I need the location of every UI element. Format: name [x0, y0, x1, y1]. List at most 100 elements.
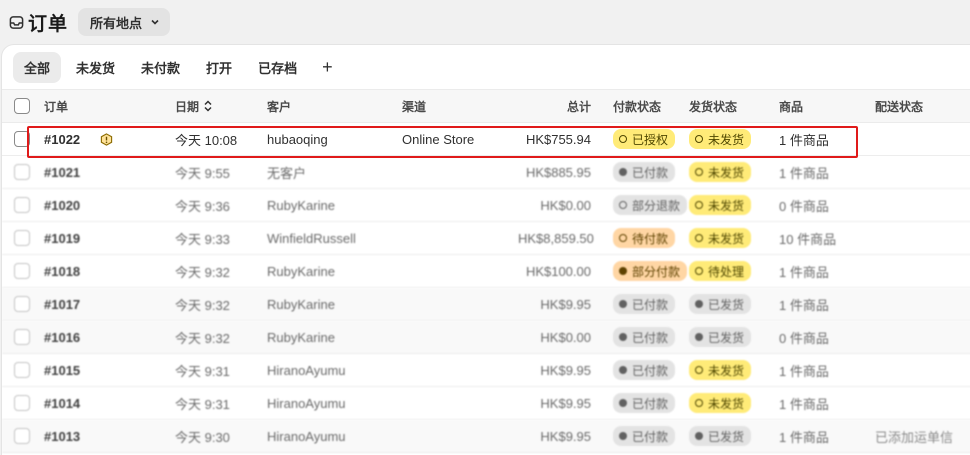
tab-archived[interactable]: 已存档: [247, 52, 308, 83]
location-filter-button[interactable]: 所有地点: [78, 8, 171, 36]
row-checkbox[interactable]: [14, 362, 30, 378]
order-customer: RubyKarine: [267, 263, 335, 279]
order-total: HK$0.00: [540, 329, 591, 345]
order-date: 今天 9:33: [175, 231, 230, 247]
fulfillment-status-badge: 已发货: [689, 426, 752, 446]
status-dot-icon: [619, 267, 627, 275]
table-row[interactable]: #1019 今天 9:33 WinfieldRussell HK$8,859.50 待付…: [2, 222, 970, 255]
page-title: 订单: [28, 13, 69, 35]
order-number[interactable]: #1018: [44, 264, 80, 279]
row-checkbox[interactable]: [14, 329, 30, 345]
row-checkbox[interactable]: [14, 164, 30, 180]
fulfillment-status-badge: 未发货: [689, 162, 752, 182]
tab-unpaid[interactable]: 未付款: [130, 52, 191, 83]
order-number[interactable]: #1016: [44, 330, 80, 345]
row-checkbox[interactable]: [14, 131, 30, 147]
row-checkbox[interactable]: [14, 395, 30, 411]
payment-status-badge: 已付款: [613, 294, 676, 314]
column-date[interactable]: 日期: [175, 98, 267, 115]
status-dot-icon: [695, 201, 703, 209]
fulfillment-status-label: 未发货: [708, 165, 745, 180]
table-row[interactable]: #1016 今天 9:32 RubyKarine HK$0.00 已付款 已发货 0 件商品: [2, 321, 970, 354]
fulfillment-status-badge: 待处理: [689, 261, 752, 281]
column-fulfillment-status[interactable]: 发货状态: [679, 98, 779, 115]
table-row[interactable]: #1018 今天 9:32 RubyKarine HK$100.00 部分付款 待处理 1 …: [2, 255, 970, 288]
table-row[interactable]: #1022 今天 10:08 hubaoqing Online Store HK$755…: [2, 123, 970, 156]
page-header: 订单: [8, 9, 68, 36]
fulfillment-status-label: 已发货: [708, 330, 745, 345]
column-delivery-status[interactable]: 配送状态: [875, 98, 965, 115]
row-checkbox[interactable]: [14, 263, 30, 279]
order-delivery-status: 已添加运单信: [875, 429, 954, 445]
payment-status-label: 已授权: [632, 132, 669, 147]
order-number[interactable]: #1019: [44, 231, 80, 246]
status-dot-icon: [619, 300, 627, 308]
payment-status-badge: 部分退款: [613, 195, 688, 215]
column-channel[interactable]: 渠道: [402, 98, 518, 115]
fulfillment-status-label: 未发货: [708, 198, 745, 213]
order-customer: HiranoAyumu: [267, 362, 346, 378]
payment-status-badge: 已付款: [613, 393, 676, 413]
status-dot-icon: [695, 366, 703, 374]
status-dot-icon: [695, 135, 703, 143]
alert-circle-icon[interactable]: [100, 132, 113, 146]
status-dot-icon: [695, 234, 703, 242]
row-checkbox[interactable]: [14, 428, 30, 444]
row-checkbox[interactable]: [14, 197, 30, 213]
order-number[interactable]: #1022: [44, 132, 80, 147]
column-total[interactable]: 总计: [518, 98, 591, 115]
column-items[interactable]: 商品: [779, 98, 875, 115]
payment-status-label: 已付款: [632, 429, 669, 444]
payment-status-label: 已付款: [632, 165, 669, 180]
fulfillment-status-badge: 已发货: [689, 327, 752, 347]
table-row[interactable]: #1021 今天 9:55 无客户 HK$885.95 已付款 未发货 1 件商品: [2, 156, 970, 189]
fulfillment-status-label: 未发货: [708, 396, 745, 411]
order-customer: RubyKarine: [267, 329, 335, 345]
orders-card: 全部 未发货 未付款 打开 已存档 + 订单 日期 客户 渠道 总计 付款状态 …: [2, 45, 970, 455]
order-number[interactable]: #1017: [44, 297, 80, 312]
order-items: 1 件商品: [779, 132, 829, 148]
order-total: HK$100.00: [525, 263, 591, 279]
row-checkbox[interactable]: [14, 296, 30, 312]
fulfillment-status-label: 未发货: [708, 231, 745, 246]
order-number[interactable]: #1015: [44, 363, 80, 378]
status-dot-icon: [619, 168, 627, 176]
sort-icon[interactable]: [203, 100, 213, 112]
order-date: 今天 10:08: [175, 132, 238, 148]
table-row[interactable]: #1014 今天 9:31 HiranoAyumu HK$9.95 已付款 未发货 1 件商…: [2, 387, 970, 420]
column-customer[interactable]: 客户: [267, 98, 402, 115]
order-number[interactable]: #1013: [44, 429, 80, 444]
payment-status-label: 已付款: [632, 330, 669, 345]
order-items: 1 件商品: [779, 297, 829, 313]
tab-all[interactable]: 全部: [13, 51, 62, 83]
orders-table-body: #1022 今天 10:08 hubaoqing Online Store HK$755…: [2, 123, 970, 453]
column-date-label: 日期: [175, 99, 200, 114]
table-row[interactable]: #1020 今天 9:36 RubyKarine HK$0.00 部分退款 未发货 0 件商…: [2, 189, 970, 222]
fulfillment-status-label: 已发货: [708, 297, 745, 312]
tab-open[interactable]: 打开: [195, 52, 243, 83]
order-total: HK$9.95: [540, 428, 591, 444]
tab-unfulfilled[interactable]: 未发货: [65, 52, 126, 83]
add-view-button[interactable]: +: [312, 57, 343, 77]
fulfillment-status-label: 待处理: [708, 264, 745, 279]
payment-status-label: 待付款: [632, 231, 669, 246]
table-row[interactable]: #1017 今天 9:32 RubyKarine HK$9.95 已付款 已发货 1 件商品: [2, 288, 970, 321]
status-dot-icon: [695, 168, 703, 176]
status-dot-icon: [619, 201, 627, 209]
column-payment-status[interactable]: 付款状态: [591, 98, 679, 115]
table-row[interactable]: #1013 今天 9:30 HiranoAyumu HK$9.95 已付款 已发货 1 件商…: [2, 420, 970, 453]
payment-status-badge: 已付款: [613, 360, 676, 380]
order-customer: hubaoqing: [267, 131, 328, 147]
inbox-icon: [8, 14, 24, 30]
status-dot-icon: [619, 432, 627, 440]
order-date: 今天 9:32: [175, 297, 230, 313]
order-number[interactable]: #1014: [44, 396, 80, 411]
column-order[interactable]: 订单: [42, 98, 175, 115]
order-number[interactable]: #1021: [44, 165, 80, 180]
order-date: 今天 9:31: [175, 363, 230, 379]
select-all-checkbox[interactable]: [14, 98, 30, 114]
status-dot-icon: [619, 333, 627, 341]
table-row[interactable]: #1015 今天 9:31 HiranoAyumu HK$9.95 已付款 未发货 1 件商…: [2, 354, 970, 387]
row-checkbox[interactable]: [14, 230, 30, 246]
order-number[interactable]: #1020: [44, 198, 80, 213]
